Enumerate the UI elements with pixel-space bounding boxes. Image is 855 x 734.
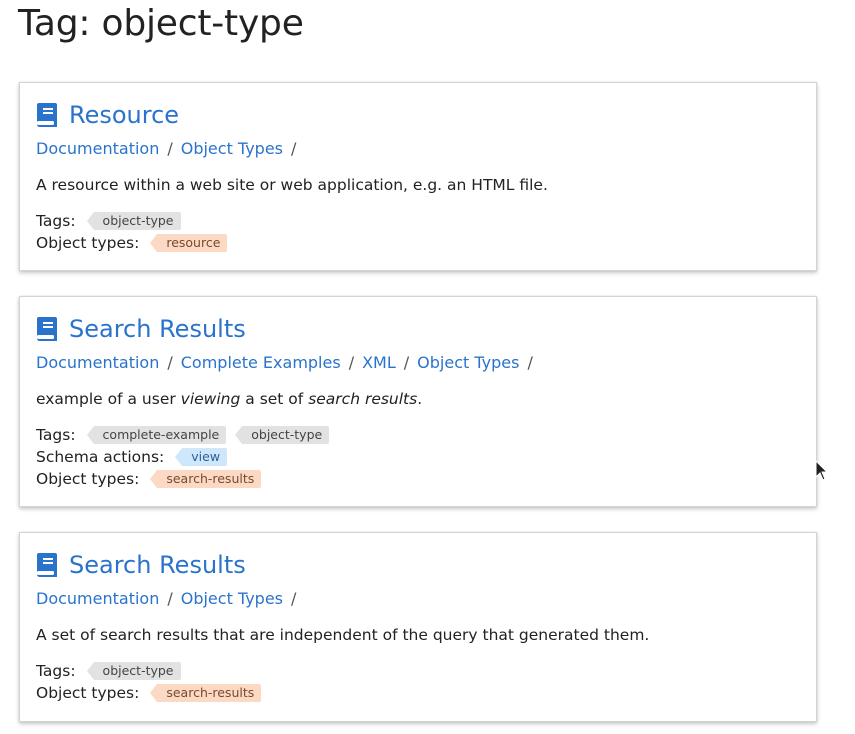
breadcrumb-separator: / <box>167 589 173 608</box>
book-icon <box>36 102 58 128</box>
object-types-label: Object types: <box>36 470 140 488</box>
breadcrumb-link[interactable]: Documentation <box>36 353 159 372</box>
card-header: Search Results <box>36 550 246 580</box>
card-title-link[interactable]: Search Results <box>69 314 246 344</box>
card-description: A resource within a web site or web appl… <box>36 176 548 194</box>
tags-row: Tags: object-type <box>36 660 185 682</box>
breadcrumb-link[interactable]: Documentation <box>36 589 159 608</box>
tags-label: Tags: <box>36 212 76 230</box>
tag-chip[interactable]: object-type <box>86 662 181 680</box>
tag-chip[interactable]: object-type <box>86 212 181 230</box>
tags-row: Tags: object-type <box>36 210 185 232</box>
object-type-chip[interactable]: resource <box>150 234 228 252</box>
card-description: A set of search results that are indepen… <box>36 626 650 644</box>
description-text: a set of <box>240 390 309 408</box>
object-types-label: Object types: <box>36 684 140 702</box>
card-header: Search Results <box>36 314 246 344</box>
breadcrumb-link[interactable]: XML <box>362 353 396 372</box>
breadcrumb-link[interactable]: Object Types <box>181 139 283 158</box>
description-text: example of a user <box>36 390 181 408</box>
breadcrumb-link[interactable]: Object Types <box>181 589 283 608</box>
breadcrumb-separator: / <box>167 139 173 158</box>
card-description: example of a user viewing a set of searc… <box>36 388 422 410</box>
tag-chip[interactable]: complete-example <box>86 426 227 444</box>
schema-actions-label: Schema actions: <box>36 448 165 466</box>
schema-action-chip[interactable]: view <box>175 448 228 466</box>
breadcrumb-separator: / <box>348 353 355 372</box>
breadcrumb-link[interactable]: Object Types <box>417 353 519 372</box>
object-types-label: Object types: <box>36 234 140 252</box>
tags-label: Tags: <box>36 662 76 680</box>
card-title-link[interactable]: Search Results <box>69 550 246 580</box>
breadcrumb-separator: / <box>403 353 410 372</box>
page-title: Tag: object-type <box>18 3 304 44</box>
breadcrumb: Documentation / Complete Examples / XML / Obje… <box>36 352 541 374</box>
breadcrumb: Documentation / Object Types / <box>36 588 304 610</box>
card-header: Resource <box>36 100 179 130</box>
book-icon <box>36 552 58 578</box>
object-types-row: Object types: resource <box>36 232 231 254</box>
breadcrumb-separator: / <box>291 589 297 608</box>
book-icon <box>36 316 58 342</box>
breadcrumb-link[interactable]: Complete Examples <box>181 353 341 372</box>
description-emphasis: search results <box>308 390 418 408</box>
card-title-link[interactable]: Resource <box>69 100 179 130</box>
result-card: Search Results Documentation / Complete Ex… <box>19 296 817 507</box>
description-text: . <box>417 390 423 408</box>
schema-actions-row: Schema actions: view <box>36 446 231 468</box>
page: Tag: object-type Resource Documentation /… <box>0 0 855 734</box>
object-types-row: Object types: search-results <box>36 468 265 490</box>
object-type-chip[interactable]: search-results <box>150 684 262 702</box>
result-card: Search Results Documentation / Object Type… <box>19 532 817 722</box>
mouse-cursor-icon <box>815 459 829 482</box>
breadcrumb-link[interactable]: Documentation <box>36 139 159 158</box>
breadcrumb: Documentation / Object Types / <box>36 138 304 160</box>
result-card: Resource Documentation / Object Types / A r… <box>19 82 817 271</box>
tags-label: Tags: <box>36 426 76 444</box>
tag-chip[interactable]: object-type <box>235 426 330 444</box>
object-types-row: Object types: search-results <box>36 682 265 704</box>
object-type-chip[interactable]: search-results <box>150 470 262 488</box>
breadcrumb-separator: / <box>167 353 173 372</box>
tags-row: Tags: complete-example object-type <box>36 424 333 446</box>
breadcrumb-separator: / <box>291 139 297 158</box>
breadcrumb-separator: / <box>527 353 533 372</box>
description-emphasis: viewing <box>180 390 241 408</box>
